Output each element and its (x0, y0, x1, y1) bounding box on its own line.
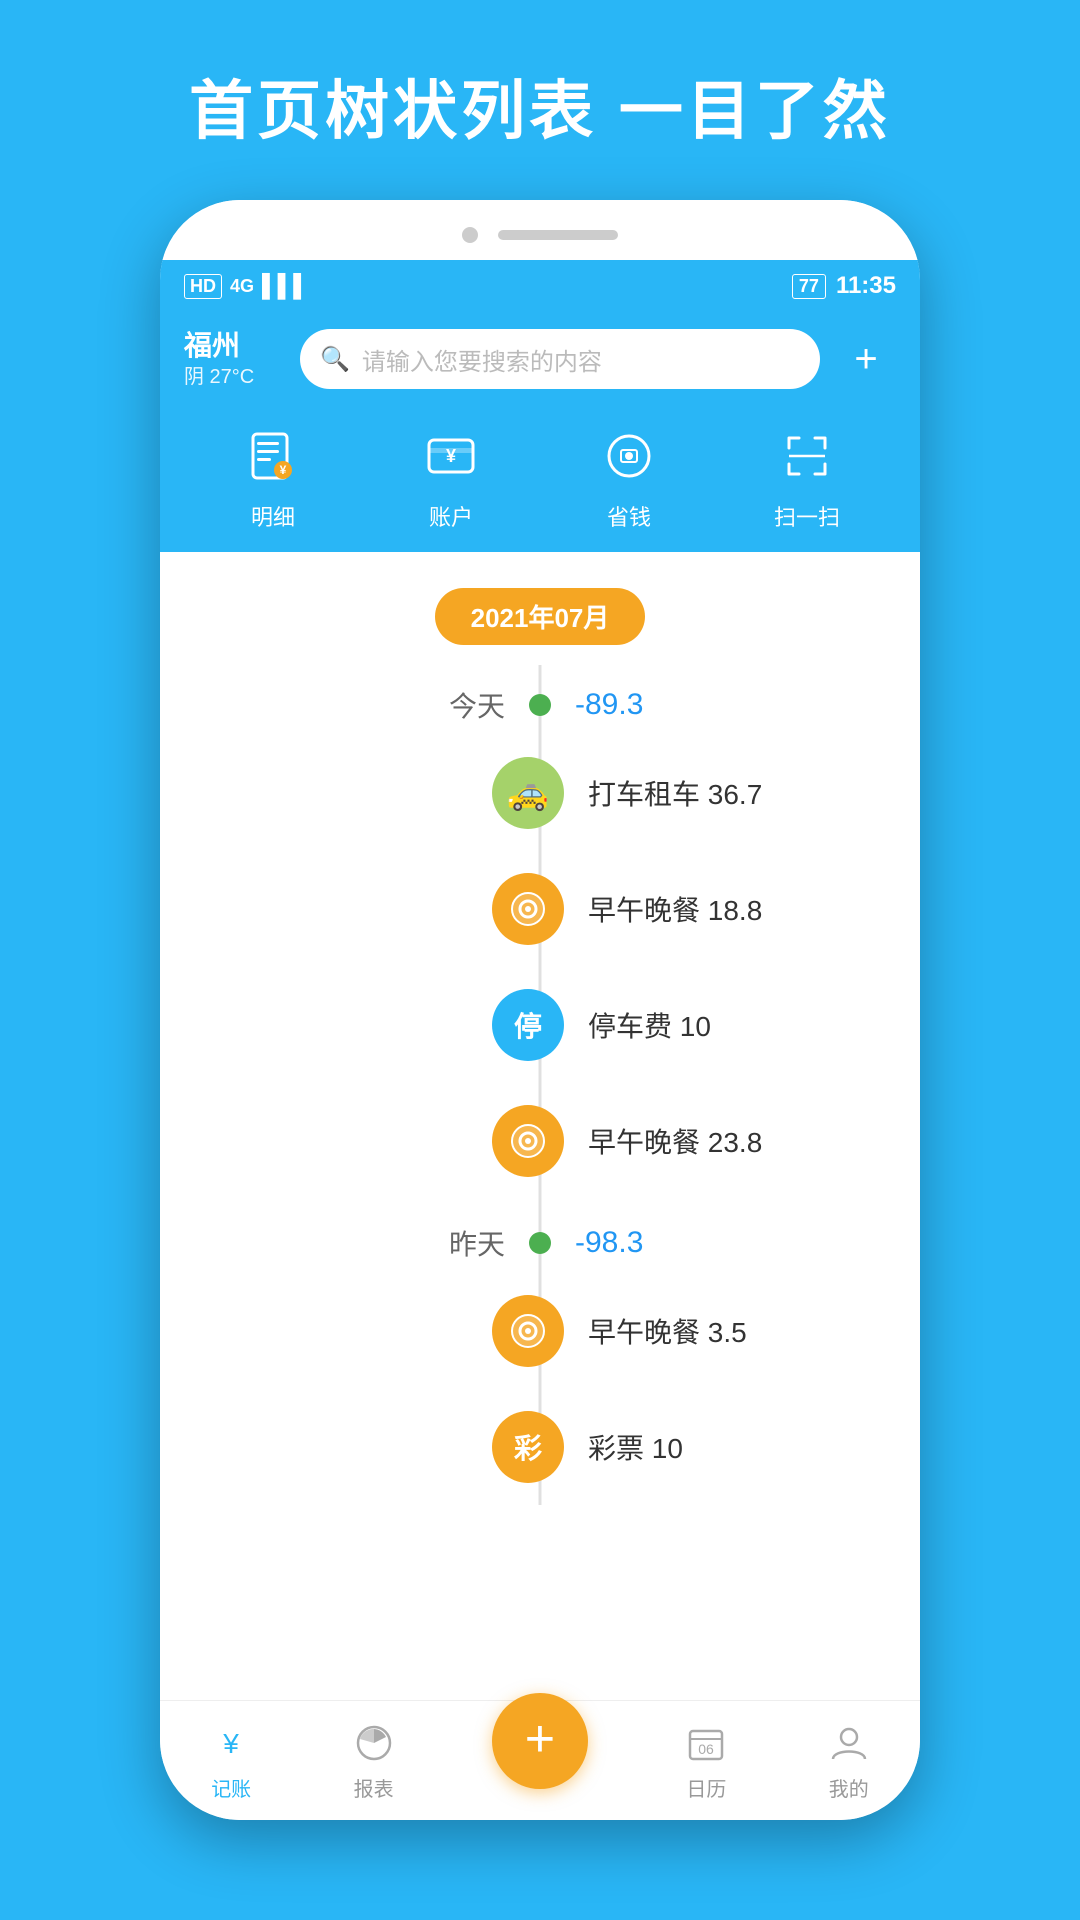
app-header: 福州 阴 27°C 🔍 请输入您要搜索的内容 + (160, 312, 920, 552)
txn-icon-7: 彩 (492, 1411, 564, 1483)
nav-saoyisao[interactable]: 扫一扫 (771, 420, 843, 532)
rili-icon: 06 (682, 1719, 730, 1767)
txn-icon-2 (492, 873, 564, 945)
shengqian-icon (593, 420, 665, 492)
tab-baobiao-label: 报表 (354, 1773, 394, 1802)
nav-mingxi[interactable]: ¥ 明细 (237, 420, 309, 532)
txn-name-4: 早午晚餐 23.8 (564, 1121, 840, 1161)
txn-row-7[interactable]: 彩 彩票 10 (240, 1389, 840, 1505)
phone-notch (160, 200, 920, 260)
status-network: 4G (230, 276, 254, 297)
txn-icon-1: 🚕 (492, 757, 564, 829)
timeline-container: 今天 -89.3 🚕 打车租车 36.7 (160, 665, 920, 1505)
saoyisao-icon (771, 420, 843, 492)
jizhang-icon: ¥ (207, 1719, 255, 1767)
txn-icon-6 (492, 1295, 564, 1367)
yesterday-amount: -98.3 (551, 1226, 840, 1260)
nav-zhanghu-label: 账户 (429, 500, 473, 532)
txn-row-1[interactable]: 🚕 打车租车 36.7 (240, 735, 840, 851)
search-placeholder: 请输入您要搜索的内容 (362, 342, 602, 377)
nav-shengqian[interactable]: 省钱 (593, 420, 665, 532)
txn-name-3: 停车费 10 (564, 1005, 840, 1045)
txn-name-1: 打车租车 36.7 (564, 773, 840, 813)
status-hd: HD (184, 274, 222, 299)
nav-shengqian-label: 省钱 (607, 500, 651, 532)
yesterday-dot (529, 1232, 551, 1254)
month-badge: 2021年07月 (435, 588, 646, 645)
day-row-today[interactable]: 今天 -89.3 (240, 665, 840, 735)
battery-icon: 77 (792, 274, 826, 299)
add-button[interactable]: + (836, 329, 896, 389)
txn-row-3[interactable]: 停 停车费 10 (240, 967, 840, 1083)
txn-row-6[interactable]: 早午晚餐 3.5 (240, 1273, 840, 1389)
city-name: 福州 (184, 328, 284, 364)
time-display: 11:35 (836, 272, 896, 300)
wode-icon (825, 1719, 873, 1767)
camera-dot (462, 227, 478, 243)
nav-saoyisao-label: 扫一扫 (774, 500, 840, 532)
svg-text:¥: ¥ (280, 463, 287, 477)
status-bar: HD 4G ▌▌▌ 77 11:35 (160, 260, 920, 312)
nav-icons: ¥ 明细 ¥ 账户 (184, 410, 896, 532)
bottom-tab-bar: ¥ 记账 报表 + (160, 1700, 920, 1820)
signal-icon: ▌▌▌ (262, 273, 309, 299)
tab-rili[interactable]: 06 日历 (682, 1719, 730, 1802)
add-plus-icon: + (525, 1713, 555, 1765)
svg-text:¥: ¥ (222, 1728, 239, 1759)
tab-wode[interactable]: 我的 (825, 1719, 873, 1802)
txn-row-2[interactable]: 早午晚餐 18.8 (240, 851, 840, 967)
today-dot (529, 694, 551, 716)
phone-frame: HD 4G ▌▌▌ 77 11:35 福州 阴 27°C 🔍 请输入您要 (160, 200, 920, 1820)
search-bar[interactable]: 🔍 请输入您要搜索的内容 (300, 329, 820, 389)
status-right: 77 11:35 (792, 272, 896, 300)
month-badge-wrap: 2021年07月 (160, 552, 920, 665)
svg-text:06: 06 (699, 1741, 715, 1757)
page-title: 首页树状列表 一目了然 (0, 0, 1080, 192)
tab-rili-label: 日历 (686, 1773, 726, 1802)
day-row-yesterday[interactable]: 昨天 -98.3 (240, 1199, 840, 1273)
txn-icon-3: 停 (492, 989, 564, 1061)
speaker-bar (498, 230, 618, 240)
tab-baobiao[interactable]: 报表 (350, 1719, 398, 1802)
today-label: 今天 (240, 685, 529, 725)
tab-add-button[interactable]: + (492, 1693, 588, 1789)
tab-jizhang[interactable]: ¥ 记账 (207, 1719, 255, 1802)
txn-name-2: 早午晚餐 18.8 (564, 889, 840, 929)
nav-zhanghu[interactable]: ¥ 账户 (415, 420, 487, 532)
txn-row-4[interactable]: 早午晚餐 23.8 (240, 1083, 840, 1199)
main-content: 2021年07月 今天 -89.3 🚕 打车租车 36.7 (160, 552, 920, 1720)
today-amount: -89.3 (551, 688, 840, 722)
tab-jizhang-label: 记账 (211, 1773, 251, 1802)
yesterday-label: 昨天 (240, 1223, 529, 1263)
nav-mingxi-label: 明细 (251, 500, 295, 532)
weather-info: 阴 27°C (184, 364, 284, 390)
search-icon: 🔍 (320, 345, 350, 374)
status-left: HD 4G ▌▌▌ (184, 273, 309, 299)
txn-name-7: 彩票 10 (564, 1427, 840, 1467)
tab-wode-label: 我的 (829, 1773, 869, 1802)
txn-name-6: 早午晚餐 3.5 (564, 1311, 840, 1351)
zhanghu-icon: ¥ (415, 420, 487, 492)
txn-icon-4 (492, 1105, 564, 1177)
baobiao-icon (350, 1719, 398, 1767)
mingxi-icon: ¥ (237, 420, 309, 492)
location-info: 福州 阴 27°C (184, 328, 284, 390)
